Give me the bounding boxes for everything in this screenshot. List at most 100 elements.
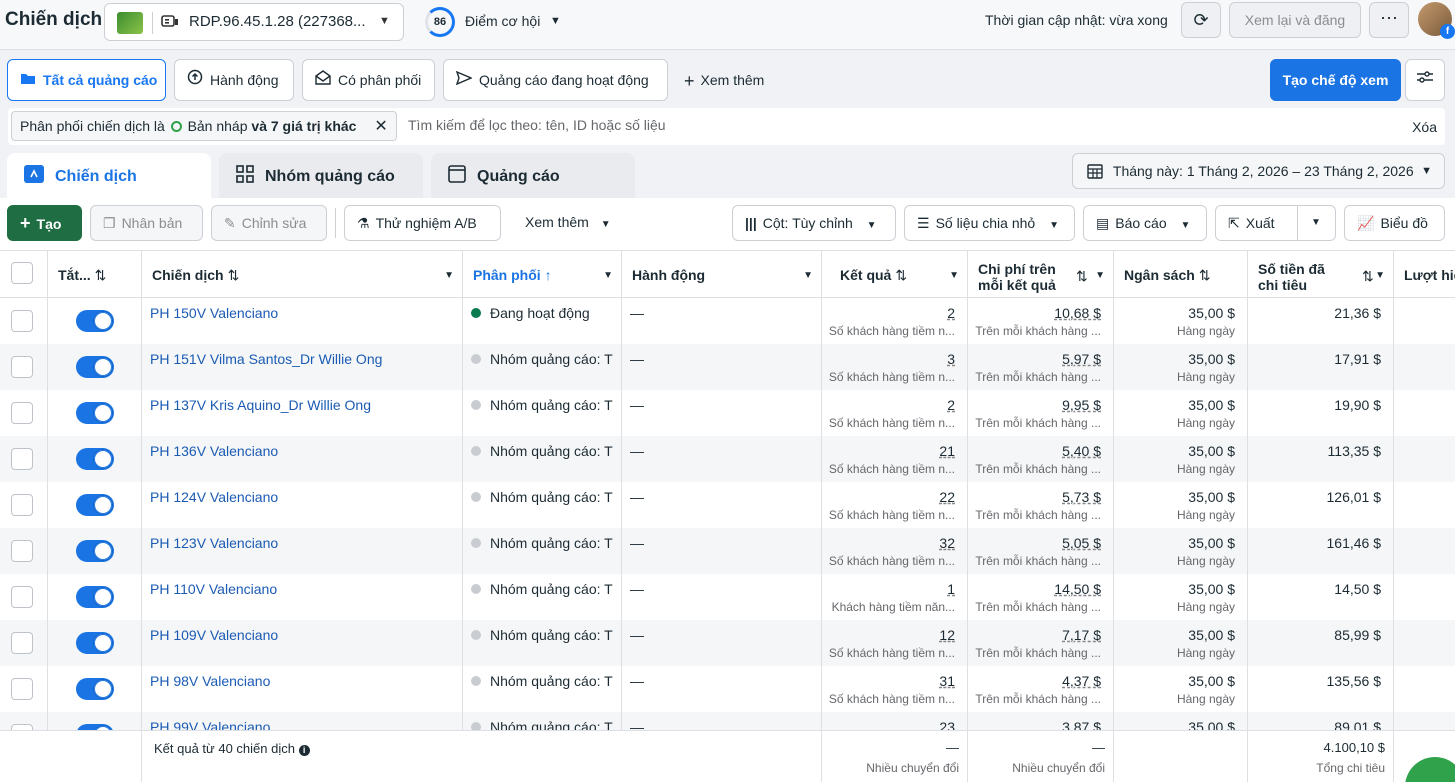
budget-cell[interactable]: 35,00 $ Hàng ngày (1114, 436, 1248, 482)
checkbox[interactable] (11, 678, 33, 700)
view-settings-button[interactable] (1405, 59, 1445, 101)
account-selector[interactable]: RDP.96.45.1.28 (227368... ▼ (104, 3, 404, 41)
budget-cell[interactable]: 35,00 $ Hàng ngày (1114, 620, 1248, 666)
header-amount-spent[interactable]: Số tiền đã chi tiêu ⇅ ▼ (1248, 251, 1394, 298)
campaign-toggle[interactable] (76, 494, 114, 516)
budget-sub: Hàng ngày (1176, 324, 1235, 338)
results-cell: 22 Số khách hàng tiềm n... (822, 482, 968, 528)
ab-test-button[interactable]: ⚗ Thử nghiệm A/B (344, 205, 501, 241)
table-row: PH 124V Valenciano Nhóm quảng cáo: T — 22 Số… (0, 482, 1455, 528)
campaign-name-link[interactable]: PH 109V Valenciano (150, 627, 278, 643)
status-dot-icon (471, 400, 481, 410)
checkbox[interactable] (11, 448, 33, 470)
columns-button[interactable]: ||| Cột: Tùy chỉnh ▼ (732, 205, 896, 241)
chip-more: và 7 giá trị khác (251, 118, 357, 134)
campaign-name-link[interactable]: PH 124V Valenciano (150, 489, 278, 505)
chevron-down-icon[interactable]: ▼ (1311, 206, 1321, 240)
select-all-checkbox[interactable] (0, 251, 48, 298)
charts-button[interactable]: 📈 Biểu đồ (1344, 205, 1445, 241)
header-cost-per-result[interactable]: Chi phí trên mỗi kết quả ⇅ ▼ (968, 251, 1114, 298)
see-more-actions-button[interactable]: Xem thêm ▼ (525, 214, 611, 230)
campaign-toggle[interactable] (76, 402, 114, 424)
budget-cell[interactable]: 35,00 $ Hàng ngày (1114, 574, 1248, 620)
info-icon[interactable]: i (298, 745, 310, 756)
tab-adsets[interactable]: Nhóm quảng cáo (219, 153, 423, 198)
preset-has-delivery[interactable]: Có phân phối (302, 59, 435, 101)
cost-cell: 7,17 $ Trên mỗi khách hàng ... (968, 620, 1114, 666)
budget-cell[interactable]: 35,00 $ Hàng ngày (1114, 528, 1248, 574)
breakdown-button[interactable]: ☰ Số liệu chia nhỏ ▼ (904, 205, 1075, 241)
campaign-name-link[interactable]: PH 98V Valenciano (150, 673, 270, 689)
view-presets-bar: Tất cả quảng cáo Hành động Có phân phối … (0, 51, 1455, 107)
header-onoff[interactable]: Tắt... ⇅ (48, 251, 142, 298)
tab-campaigns[interactable]: Chiến dịch (7, 153, 211, 200)
header-budget[interactable]: Ngân sách ⇅ (1114, 251, 1248, 298)
reach-cell (1394, 712, 1455, 730)
cost-cell: 3,87 $ (968, 712, 1114, 730)
avatar[interactable]: f (1418, 2, 1455, 39)
header-actions[interactable]: Hành động ▼ (622, 251, 822, 298)
campaign-toggle[interactable] (76, 540, 114, 562)
results-value: 32 (939, 535, 955, 551)
toggle-knob (93, 449, 113, 469)
cost-sub: Trên mỗi khách hàng ... (975, 554, 1101, 568)
checkbox[interactable] (11, 494, 33, 516)
checkbox[interactable] (11, 540, 33, 562)
header-delivery[interactable]: Phân phối ↑ ▼ (463, 251, 622, 298)
campaign-name-link[interactable]: PH 151V Vilma Santos_Dr Willie Ong (150, 351, 382, 367)
delivery-filter-chip[interactable]: Phân phối chiến dịch là Bản nháp và 7 gi… (11, 111, 397, 141)
chevron-down-icon[interactable]: ▼ (550, 15, 561, 27)
results-value-wrap: 12 (822, 627, 955, 643)
see-more-presets-button[interactable]: + Xem thêm (684, 71, 764, 92)
clear-filters-button[interactable]: Xóa (1412, 119, 1437, 135)
preset-actions[interactable]: Hành động (174, 59, 294, 101)
checkbox[interactable] (11, 262, 33, 284)
budget-cell[interactable]: 35,00 $ Hàng ngày (1114, 298, 1248, 344)
budget-cell[interactable]: 35,00 $ Hàng ngày (1114, 390, 1248, 436)
budget-cell[interactable]: 35,00 $ Hàng ngày (1114, 482, 1248, 528)
create-button[interactable]: + Tạo (7, 205, 82, 241)
close-icon[interactable]: ✕ (374, 118, 387, 135)
checkbox[interactable] (11, 310, 33, 332)
opportunity-score-label[interactable]: Điểm cơ hội (465, 13, 540, 29)
campaign-name-link[interactable]: PH 99V Valenciano (150, 719, 270, 730)
checkbox[interactable] (11, 402, 33, 424)
campaign-toggle[interactable] (76, 448, 114, 470)
campaign-name-link[interactable]: PH 123V Valenciano (150, 535, 278, 551)
budget-cell[interactable]: 35,00 $ Hàng ngày (1114, 666, 1248, 712)
campaign-toggle[interactable] (76, 356, 114, 378)
export-button[interactable]: ⇱ Xuất ▼ (1215, 205, 1336, 241)
reports-button[interactable]: ▤ Báo cáo ▼ (1083, 205, 1207, 241)
budget-cell[interactable]: 35,00 $ (1114, 712, 1248, 730)
campaign-toggle[interactable] (76, 678, 114, 700)
header-reach[interactable]: Lượt hiể (1394, 251, 1455, 298)
date-range-picker[interactable]: Tháng này: 1 Tháng 2, 2026 – 23 Tháng 2,… (1072, 153, 1445, 189)
campaign-name-link[interactable]: PH 136V Valenciano (150, 443, 278, 459)
campaign-name-link[interactable]: PH 110V Valenciano (150, 581, 277, 597)
tab-ads[interactable]: Quảng cáo (431, 153, 635, 198)
duplicate-button[interactable]: ❐ Nhân bản (90, 205, 203, 241)
refresh-button[interactable]: ⟳ (1181, 2, 1221, 38)
checkbox[interactable] (11, 586, 33, 608)
campaign-name-link[interactable]: PH 137V Kris Aquino_Dr Willie Ong (150, 397, 371, 413)
checkbox[interactable] (11, 632, 33, 654)
header-campaign[interactable]: Chiến dịch ⇅ ▼ (142, 251, 463, 298)
toggle-knob (93, 633, 113, 653)
preset-all-ads[interactable]: Tất cả quảng cáo (7, 59, 166, 101)
edit-button[interactable]: ✎ Chỉnh sửa (211, 205, 327, 241)
checkbox[interactable] (11, 356, 33, 378)
campaign-toggle[interactable] (76, 632, 114, 654)
campaign-toggle[interactable] (76, 586, 114, 608)
create-view-button[interactable]: Tạo chế độ xem (1270, 59, 1401, 101)
header-reach-label: Lượt hiể (1404, 267, 1455, 283)
opportunity-score-gauge[interactable]: 86 (425, 7, 455, 37)
campaign-name-link[interactable]: PH 150V Valenciano (150, 305, 278, 321)
more-options-button[interactable]: ⋯ (1369, 2, 1409, 38)
budget-cell[interactable]: 35,00 $ Hàng ngày (1114, 344, 1248, 390)
preset-active-ads[interactable]: Quảng cáo đang hoạt động (443, 59, 668, 101)
search-input[interactable] (408, 117, 1108, 133)
campaign-toggle[interactable] (76, 310, 114, 332)
header-results[interactable]: Kết quả ⇅ ▼ (822, 251, 968, 298)
review-and-publish-button[interactable]: Xem lại và đăng (1229, 2, 1361, 38)
header-actions-label: Hành động (632, 267, 706, 283)
